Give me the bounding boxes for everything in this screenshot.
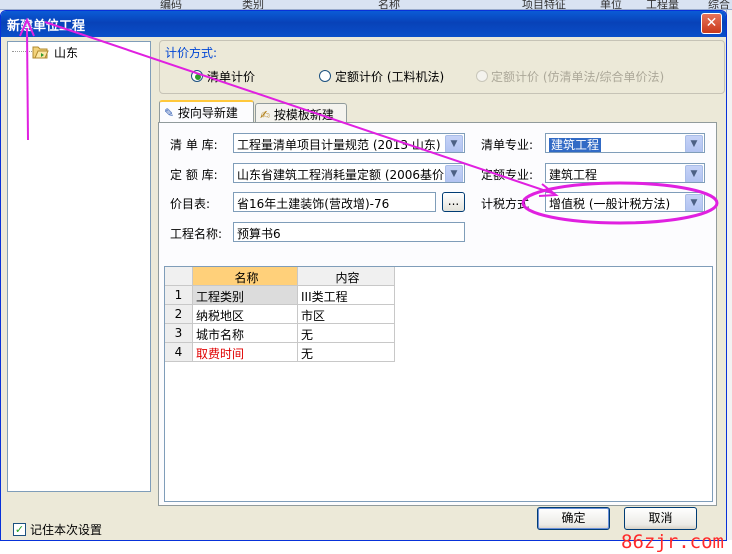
tax-method-label: 计税方式 xyxy=(481,197,530,211)
new-unit-project-dialog: 新建单位工程 ✕ 山东 计价方式: 清单计价 定额计价 (工料机法) 定额计价 … xyxy=(0,10,727,541)
background-table-header: 编码 类别 名称 项目特征 单位 工程量 综合 xyxy=(0,0,732,10)
bg-header-composite: 综合 xyxy=(708,0,730,10)
quota-spec-label: 定额专业: xyxy=(481,168,534,182)
tab-template-new[interactable]: ✍ 按模板新建 xyxy=(255,103,347,123)
tax-method-select[interactable]: 增值税 (一般计税方法) ▼ xyxy=(545,192,705,212)
pricing-method-group xyxy=(159,40,725,94)
chevron-down-icon[interactable]: ▼ xyxy=(685,194,703,211)
price-list-browse-button[interactable]: ... xyxy=(442,192,465,212)
region-tree[interactable]: 山东 xyxy=(7,41,151,492)
tree-connector xyxy=(12,51,32,52)
project-attributes-grid[interactable]: 名称 内容 1 工程类别 III类工程 2 纳税地区 市区 3 城市名称 无 4… xyxy=(164,266,713,502)
close-button[interactable]: ✕ xyxy=(701,13,722,34)
grid-cell-name[interactable]: 纳税地区 xyxy=(193,305,298,324)
bg-header-qty: 工程量 xyxy=(646,0,679,10)
bg-header-code: 编码 xyxy=(160,0,182,10)
bill-lib-label: 清 单 库: xyxy=(170,138,218,152)
grid-corner xyxy=(165,267,193,286)
tab-wizard-new-label: 按向导新建 xyxy=(177,106,238,120)
quota-lib-label: 定 额 库: xyxy=(170,168,218,182)
site-watermark: 86zjr.com xyxy=(621,531,724,553)
grid-cell-content[interactable]: 市区 xyxy=(298,305,395,324)
bill-lib-value: 工程量清单项目计量规范 (2013 山东) xyxy=(237,138,441,152)
price-list-value: 省16年土建装饰(营改增)-76 xyxy=(237,197,390,211)
grid-cell-name[interactable]: 城市名称 xyxy=(193,324,298,343)
radio-bill-pricing-label[interactable]: 清单计价 xyxy=(207,68,255,85)
bill-lib-select[interactable]: 工程量清单项目计量规范 (2013 山东) ▼ xyxy=(233,133,465,153)
remember-settings-label[interactable]: 记住本次设置 xyxy=(30,521,102,538)
tree-item-shandong[interactable]: 山东 xyxy=(52,44,81,61)
radio-quota-labor-method-label[interactable]: 定额计价 (工料机法) xyxy=(335,68,444,85)
chevron-down-icon[interactable]: ▼ xyxy=(445,165,463,182)
remember-settings-checkbox[interactable]: ✓ xyxy=(13,523,26,536)
quota-lib-value: 山东省建筑工程消耗量定额 (2006基价) xyxy=(237,168,449,182)
price-list-label: 价目表: xyxy=(170,197,211,211)
radio-quota-composite-method-label: 定额计价 (仿清单法/综合单价法) xyxy=(491,70,665,84)
cancel-button[interactable]: 取消 xyxy=(624,507,697,530)
dialog-title: 新建单位工程 xyxy=(7,19,86,34)
grid-header-content[interactable]: 内容 xyxy=(298,267,395,286)
bg-header-name: 名称 xyxy=(378,0,400,10)
grid-cell-name[interactable]: 取费时间 xyxy=(193,343,298,362)
grid-cell-name[interactable]: 工程类别 xyxy=(193,286,298,305)
chevron-down-icon[interactable]: ▼ xyxy=(685,165,703,182)
bg-header-unit: 单位 xyxy=(600,0,622,10)
price-list-field[interactable]: 省16年土建装饰(营改增)-76 xyxy=(233,192,436,212)
bg-header-feature: 项目特征 xyxy=(522,0,566,10)
radio-quota-labor-method[interactable] xyxy=(319,70,331,82)
tab-wizard-new[interactable]: ✎ 按向导新建 xyxy=(159,100,254,123)
project-name-label: 工程名称: xyxy=(170,227,223,241)
bg-header-type: 类别 xyxy=(242,0,264,10)
chevron-down-icon[interactable]: ▼ xyxy=(445,135,463,152)
folder-icon xyxy=(32,46,49,59)
chevron-down-icon[interactable]: ▼ xyxy=(685,135,703,152)
quota-lib-select[interactable]: 山东省建筑工程消耗量定额 (2006基价) ▼ xyxy=(233,163,465,183)
grid-row-number[interactable]: 1 xyxy=(165,286,193,305)
bill-spec-select[interactable]: 建筑工程 ▼ xyxy=(545,133,705,153)
pricing-method-legend: 计价方式: xyxy=(163,44,220,61)
grid-row-number[interactable]: 3 xyxy=(165,324,193,343)
tab-template-new-label: 按模板新建 xyxy=(273,108,334,122)
grid-row-number[interactable]: 4 xyxy=(165,343,193,362)
close-icon: ✕ xyxy=(705,15,718,31)
bill-spec-label: 清单专业: xyxy=(481,138,534,152)
radio-bill-pricing[interactable] xyxy=(191,70,203,82)
grid-cell-content[interactable]: III类工程 xyxy=(298,286,395,305)
grid-header-name[interactable]: 名称 xyxy=(193,267,298,286)
grid-cell-content[interactable]: 无 xyxy=(298,324,395,343)
grid-row-number[interactable]: 2 xyxy=(165,305,193,324)
project-name-field[interactable]: 预算书6 xyxy=(233,222,465,242)
project-name-value: 预算书6 xyxy=(237,227,281,241)
grid-cell-content[interactable]: 无 xyxy=(298,343,395,362)
wizard-icon: ✎ xyxy=(164,106,175,120)
template-icon: ✍ xyxy=(260,108,271,122)
quota-spec-value: 建筑工程 xyxy=(549,168,598,182)
bill-spec-value: 建筑工程 xyxy=(549,138,602,152)
radio-quota-composite-method xyxy=(476,70,488,82)
title-bar[interactable]: 新建单位工程 ✕ xyxy=(1,11,726,37)
tax-method-value: 增值税 (一般计税方法) xyxy=(549,197,671,211)
ok-button[interactable]: 确定 xyxy=(537,507,610,530)
quota-spec-select[interactable]: 建筑工程 ▼ xyxy=(545,163,705,183)
